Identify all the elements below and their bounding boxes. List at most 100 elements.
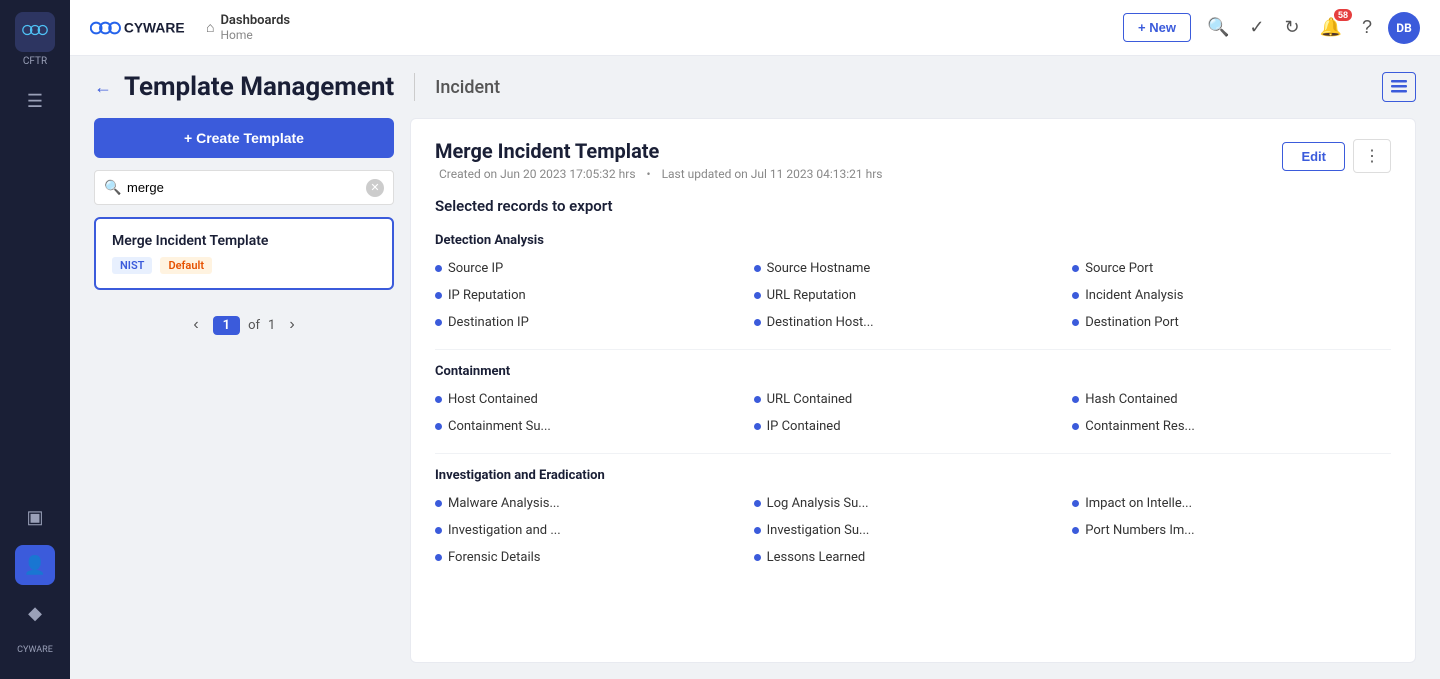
help-button[interactable]: ? [1358,13,1376,42]
tag-nist: NIST [112,257,152,274]
field-dot-icon [754,319,761,326]
field-dot-icon [435,527,442,534]
list-view-icon[interactable] [1382,72,1416,102]
detail-meta: Created on Jun 20 2023 17:05:32 hrs • La… [435,167,1282,181]
section-0: Detection Analysis Source IP Source Hostna… [435,233,1391,350]
svg-text:CYWARE: CYWARE [124,19,185,35]
field-dot-icon [1072,292,1079,299]
monitor-icon[interactable]: ▣ [15,497,55,537]
field-label: Log Analysis Su... [767,496,869,511]
field-dot-icon [435,423,442,430]
field-label: Source Hostname [767,261,871,276]
detail-title-area: Merge Incident Template Created on Jun 2… [435,139,1282,181]
search-button[interactable]: 🔍 [1203,13,1233,42]
field-label: Lessons Learned [767,550,866,565]
section-label-1: Containment [435,364,1391,379]
field-label: Malware Analysis... [448,496,560,511]
field-label: Host Contained [448,392,538,407]
field-dot-icon [754,527,761,534]
field-item: URL Reputation [754,285,1073,306]
field-item: Port Numbers Im... [1072,520,1391,541]
field-dot-icon [754,265,761,272]
edit-button[interactable]: Edit [1282,142,1345,171]
breadcrumb: ⌂ Dashboards Home [206,13,290,42]
notification-button[interactable]: 🔔 58 [1316,13,1346,42]
user-icon[interactable]: 👤 [15,545,55,585]
fields-grid-2: Malware Analysis... Log Analysis Su... Imp… [435,493,1391,568]
diamond-icon[interactable]: ◆ [15,593,55,633]
field-item: Impact on Intelle... [1072,493,1391,514]
field-item: Lessons Learned [754,547,1073,568]
of-label: of [248,318,260,333]
field-dot-icon [1072,500,1079,507]
detail-header: Merge Incident Template Created on Jun 2… [435,139,1391,181]
field-label: Impact on Intelle... [1085,496,1192,511]
field-dot-icon [1072,423,1079,430]
field-item: Investigation and ... [435,520,754,541]
page-subtitle: Incident [435,77,500,98]
field-item: IP Contained [754,416,1073,437]
left-panel: + Create Template 🔍 ✕ Merge Incident Tem… [94,118,394,663]
search-icon: 🔍 [104,180,121,196]
breadcrumb-sub: Home [220,28,290,42]
field-item: Log Analysis Su... [754,493,1073,514]
avatar[interactable]: DB [1388,12,1420,44]
field-dot-icon [435,500,442,507]
refresh-button[interactable]: ↻ [1280,13,1303,42]
fields-grid-1: Host ContainedURL ContainedHash Containe… [435,389,1391,437]
field-label: Investigation Su... [767,523,870,538]
field-dot-icon [1072,265,1079,272]
total-pages: 1 [268,318,275,333]
new-button[interactable]: + New [1123,13,1191,42]
field-dot-icon [435,396,442,403]
field-dot-icon [435,319,442,326]
field-label: Destination Port [1085,315,1179,330]
prev-page-button[interactable]: ‹ [187,314,204,336]
detail-title: Merge Incident Template [435,139,1282,163]
field-item: Investigation Su... [754,520,1073,541]
field-label: Source IP [448,261,503,276]
field-item: Source Port [1072,258,1391,279]
field-label: Port Numbers Im... [1085,523,1194,538]
field-dot-icon [1072,319,1079,326]
field-label: Destination IP [448,315,529,330]
topnav: CYWARE ⌂ Dashboards Home + New 🔍 ✓ ↻ 🔔 5… [70,0,1440,56]
section-1: Containment Host ContainedURL ContainedHa… [435,364,1391,454]
section-label-0: Detection Analysis [435,233,1391,248]
cyware-logo-icon: CYWARE [90,14,190,42]
field-dot-icon [754,554,761,561]
two-col-layout: + Create Template 🔍 ✕ Merge Incident Tem… [94,118,1416,663]
topnav-actions: + New 🔍 ✓ ↻ 🔔 58 ? DB [1123,12,1420,44]
search-clear-button[interactable]: ✕ [366,179,384,197]
cyware-label: CYWARE [17,645,53,655]
field-item: Malware Analysis... [435,493,754,514]
create-template-button[interactable]: + Create Template [94,118,394,158]
pagination: ‹ 1 of 1 › [94,302,394,348]
field-label: Hash Contained [1085,392,1177,407]
section-divider [435,453,1391,454]
title-divider [414,73,415,101]
field-item: Hash Contained [1072,389,1391,410]
hamburger-icon[interactable]: ☰ [19,83,51,120]
field-label: Containment Res... [1085,419,1195,434]
back-button[interactable]: ← [94,77,112,98]
field-dot-icon [435,265,442,272]
cftr-label: CFTR [23,56,47,67]
home-icon: ⌂ [206,19,214,36]
template-card[interactable]: Merge Incident Template NIST Default [94,217,394,290]
field-dot-icon [754,500,761,507]
sections-container: Detection Analysis Source IP Source Hostna… [435,229,1391,584]
field-label: URL Reputation [767,288,856,303]
meta-separator: • [647,167,651,181]
search-input[interactable] [94,170,394,205]
current-page[interactable]: 1 [213,316,240,335]
field-label: Containment Su... [448,419,551,434]
template-tags: NIST Default [112,257,376,274]
field-item: Forensic Details [435,547,754,568]
page-header: ← Template Management Incident [94,72,1416,102]
field-label: Source Port [1085,261,1153,276]
field-item: IP Reputation [435,285,754,306]
check-button[interactable]: ✓ [1245,13,1268,42]
next-page-button[interactable]: › [283,314,300,336]
more-options-button[interactable]: ⋮ [1353,139,1391,173]
